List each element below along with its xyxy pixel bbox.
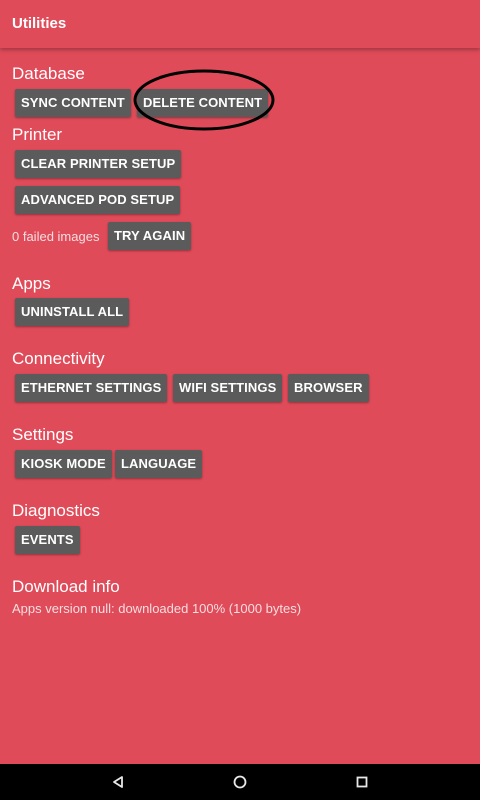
back-icon[interactable] [108,772,128,792]
delete-content-button[interactable]: DELETE CONTENT [137,89,269,117]
page-title: Utilities [12,15,67,32]
events-button[interactable]: EVENTS [15,526,80,554]
ethernet-settings-button[interactable]: ETHERNET SETTINGS [15,374,168,402]
try-again-button[interactable]: TRY AGAIN [108,222,192,250]
failed-images-text: 0 failed images [12,229,100,244]
connectivity-section-title: Connectivity [12,349,105,368]
download-status-text: Apps version null: downloaded 100% (1000… [12,601,302,616]
sync-content-button[interactable]: SYNC CONTENT [15,89,131,117]
settings-section-title: Settings [12,425,74,444]
home-icon[interactable] [230,772,250,792]
advanced-pod-setup-button[interactable]: ADVANCED POD SETUP [15,186,181,214]
apps-section-title: Apps [12,274,51,293]
recents-icon[interactable] [352,772,372,792]
app-bar: Utilities [0,0,480,48]
browser-button[interactable]: BROWSER [288,374,369,402]
printer-section-title: Printer [12,125,63,144]
language-button[interactable]: LANGUAGE [115,450,203,478]
utilities-content: Database SYNC CONTENT DELETE CONTENT Pri… [0,48,480,764]
database-section-title: Database [12,64,85,83]
wifi-settings-button[interactable]: WIFI SETTINGS [173,374,283,402]
diagnostics-section-title: Diagnostics [12,501,100,520]
download-info-section-title: Download info [12,577,120,596]
kiosk-mode-button[interactable]: KIOSK MODE [15,450,112,478]
uninstall-all-button[interactable]: UNINSTALL ALL [15,298,130,326]
system-navigation-bar [0,764,480,800]
clear-printer-setup-button[interactable]: CLEAR PRINTER SETUP [15,150,182,178]
